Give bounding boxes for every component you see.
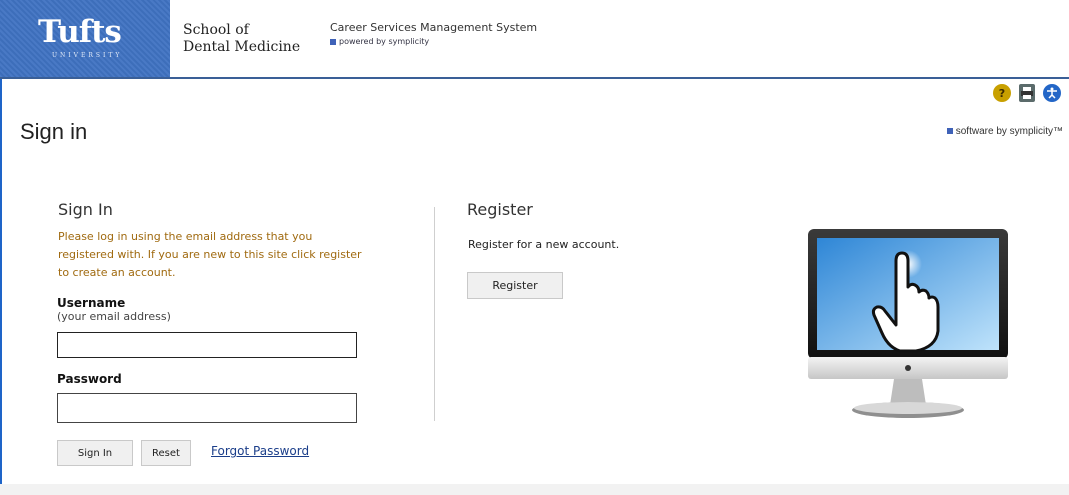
forgot-password-link[interactable]: Forgot Password [211,444,309,458]
utility-icons: ? [993,84,1061,102]
username-input[interactable] [57,332,357,358]
register-heading: Register [467,200,533,219]
site-header: Tufts UNIVERSITY School of Dental Medici… [0,0,1069,79]
page-title: Sign in [20,119,88,144]
register-button[interactable]: Register [467,272,563,299]
school-name-line1: School of [183,22,249,38]
system-title: Career Services Management System [330,21,538,34]
software-by-text: software by symplicity™ [955,126,1063,137]
symplicity-square-icon [946,128,953,135]
signin-heading: Sign In [58,200,113,219]
logo-subtext: UNIVERSITY [52,52,123,59]
register-text: Register for a new account. [468,238,620,251]
powered-by-text: powered by symplicity [339,37,430,46]
symplicity-square-icon [330,38,336,45]
signin-button[interactable]: Sign In [57,440,133,466]
username-hint: (your email address) [57,310,171,323]
footer-band [0,484,1069,495]
reset-button[interactable]: Reset [141,440,191,466]
monitor-illustration [808,229,1008,418]
help-icon[interactable]: ? [993,84,1011,102]
password-label: Password [57,372,122,386]
section-divider [434,207,435,421]
accessibility-icon[interactable] [1043,84,1061,102]
school-name: School of Dental Medicine [183,22,313,56]
username-label: Username [57,296,126,310]
software-by-symplicity[interactable]: software by symplicity™ [946,126,1063,137]
school-name-line2: Dental Medicine [183,39,301,55]
tufts-logo[interactable]: Tufts UNIVERSITY [0,0,170,77]
print-icon[interactable] [1019,84,1035,102]
signin-instructions: Please log in using the email address th… [58,230,362,279]
logo-wordmark: Tufts [38,14,122,50]
powered-by: powered by symplicity [330,37,429,46]
password-input[interactable] [57,393,357,423]
